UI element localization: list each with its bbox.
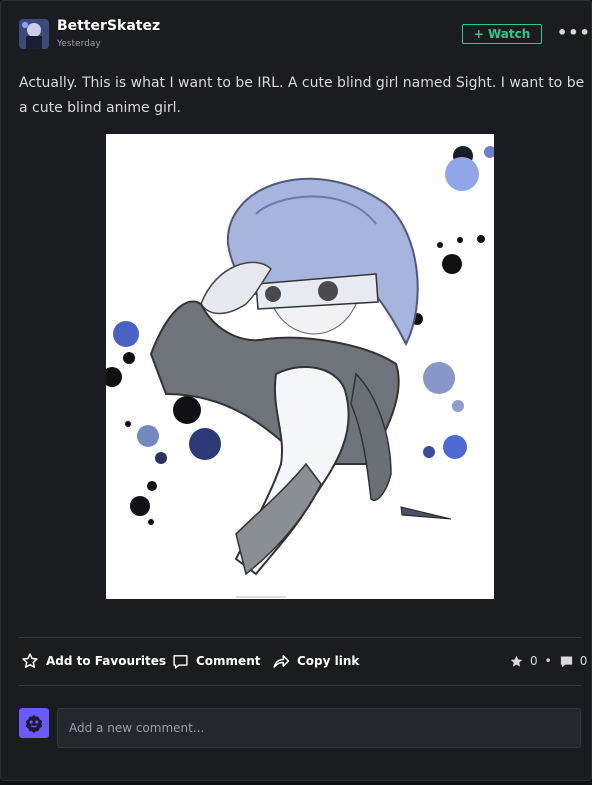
share-arrow-icon (273, 655, 290, 668)
post-image[interactable] (106, 134, 494, 599)
post-body-text: Actually. This is what I want to be IRL.… (19, 75, 585, 116)
watch-button[interactable]: + Watch (462, 24, 542, 44)
post-timestamp: Yesterday (57, 39, 101, 49)
star-outline-icon (22, 653, 38, 668)
comment-button[interactable]: Comment (172, 651, 260, 671)
copy-link-label: Copy link (297, 654, 360, 668)
comment-filled-icon (560, 656, 572, 667)
divider-bottom (19, 685, 581, 686)
stats-separator: • (544, 654, 552, 668)
more-options-button[interactable]: ••• (557, 25, 590, 42)
favourites-count: 0 (530, 654, 538, 668)
add-to-favourites-button[interactable]: Add to Favourites (21, 651, 166, 671)
copy-link-button[interactable]: Copy link (272, 651, 359, 671)
post-card: BetterSkatez Yesterday + Watch ••• Actua… (0, 0, 592, 781)
comment-input[interactable] (57, 708, 581, 748)
comments-count: 0 (579, 654, 588, 668)
comment-label: Comment (196, 654, 261, 668)
author-avatar[interactable] (19, 19, 49, 49)
post-stats: 0 • 0 (509, 651, 587, 671)
add-to-favourites-label: Add to Favourites (46, 654, 167, 668)
current-user-avatar (19, 708, 49, 738)
speech-bubble-icon (173, 654, 188, 669)
divider-top (19, 637, 581, 638)
author-name[interactable]: BetterSkatez (57, 18, 160, 34)
robot-avatar-icon (25, 714, 43, 734)
star-filled-icon (510, 655, 523, 667)
